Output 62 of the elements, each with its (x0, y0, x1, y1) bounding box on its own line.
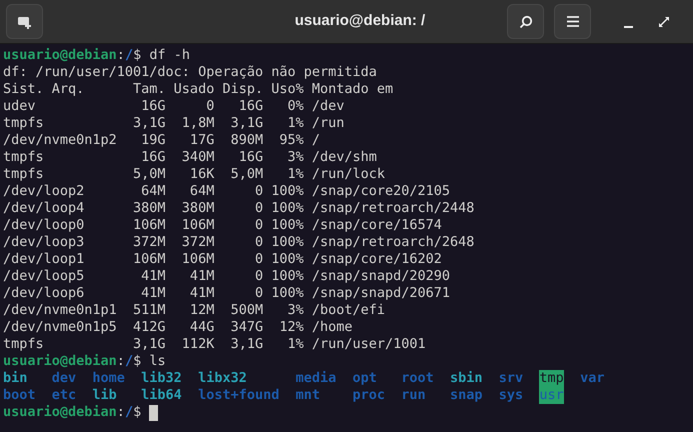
file-entry: lib32 (141, 370, 182, 387)
file-entry: home (92, 370, 125, 387)
prompt-separator: : (116, 353, 125, 370)
file-entry: boot (3, 387, 36, 404)
file-entry: mnt (296, 387, 320, 404)
prompt-path: / (124, 404, 134, 421)
prompt-sign: $ (133, 47, 142, 64)
output-line: /dev/nvme0n1p1 511M 12M 500M 3% /boot/efi (3, 302, 386, 319)
search-icon (518, 14, 532, 28)
file-entry: srv (498, 370, 524, 387)
prompt-user: usuario@debian (3, 353, 117, 370)
output-line: /dev/nvme0n1p2 19G 17G 890M 95% / (3, 132, 320, 149)
file-entry: etc (52, 387, 76, 404)
output-line: tmpfs 3,1G 112K 3,1G 1% /run/user/1001 (3, 336, 426, 353)
file-entry: sbin (450, 370, 483, 387)
prompt-path: / (124, 353, 134, 370)
new-tab-button[interactable] (6, 4, 43, 39)
command-text: df -h (148, 47, 190, 64)
output-line: df: /run/user/1001/doc: Operação não permitida (3, 64, 377, 81)
output-line: tmpfs 5,0M 16K 5,0M 1% /run/lock (3, 166, 386, 183)
file-entry: dev (52, 370, 76, 387)
file-entry: usr (539, 387, 564, 404)
file-entry: var (580, 370, 604, 387)
file-entry: root (401, 370, 434, 387)
window-title: usuario@debian: / (294, 11, 426, 32)
file-entry: lib (92, 387, 117, 404)
output-line: /dev/loop5 41M 41M 0 100% /snap/snapd/20290 (3, 268, 450, 285)
output-line: /dev/loop4 380M 380M 0 100% /snap/retroarch/2448 (3, 200, 474, 217)
prompt-user: usuario@debian (3, 404, 117, 421)
output-line: udev 16G 0 16G 0% /dev (3, 98, 344, 115)
file-entry: run (401, 387, 426, 404)
output-line: /dev/loop2 64M 64M 0 100% /snap/core20/2105 (3, 183, 450, 200)
command-text: ls (148, 353, 166, 370)
prompt-sign: $ (133, 404, 142, 421)
file-entry: lost+found (198, 387, 280, 404)
file-entry: media (296, 370, 336, 387)
output-line: tmpfs 3,1G 1,8M 3,1G 1% /run (3, 115, 344, 132)
file-entry: sys (498, 387, 524, 404)
output-line: /dev/loop3 372M 372M 0 100% /snap/retroarch/2648 (3, 234, 474, 251)
output-line: tmpfs 16G 340M 16G 3% /dev/shm (3, 149, 377, 166)
menu-button[interactable] (554, 4, 591, 39)
file-entry: proc (352, 387, 385, 404)
file-entry: bin (3, 370, 28, 387)
prompt-separator: : (116, 404, 125, 421)
prompt-separator: : (116, 47, 125, 64)
prompt-sign: $ (133, 353, 142, 370)
output-line: /dev/loop0 106M 106M 0 100% /snap/core/16574 (3, 217, 442, 234)
file-entry: libx32 (198, 370, 247, 387)
file-entry: opt (352, 370, 377, 387)
prompt-path: / (124, 47, 134, 64)
file-entry: snap (450, 387, 483, 404)
prompt-user: usuario@debian (3, 47, 117, 64)
output-line: /dev/loop6 41M 41M 0 100% /snap/snapd/20671 (3, 285, 450, 302)
menu-icon (566, 16, 578, 27)
minimize-icon (624, 26, 632, 28)
output-line: Sist. Arq. Tam. Usado Disp. Uso% Montado em (3, 81, 394, 98)
file-entry: tmp (539, 370, 564, 387)
file-entry: lib64 (141, 387, 182, 404)
search-button[interactable] (507, 4, 544, 39)
output-line: /dev/loop1 106M 106M 0 100% /snap/core/16202 (3, 251, 442, 268)
maximize-icon (659, 16, 669, 26)
output-line: /dev/nvme0n1p5 412G 44G 347G 12% /home (3, 319, 352, 336)
